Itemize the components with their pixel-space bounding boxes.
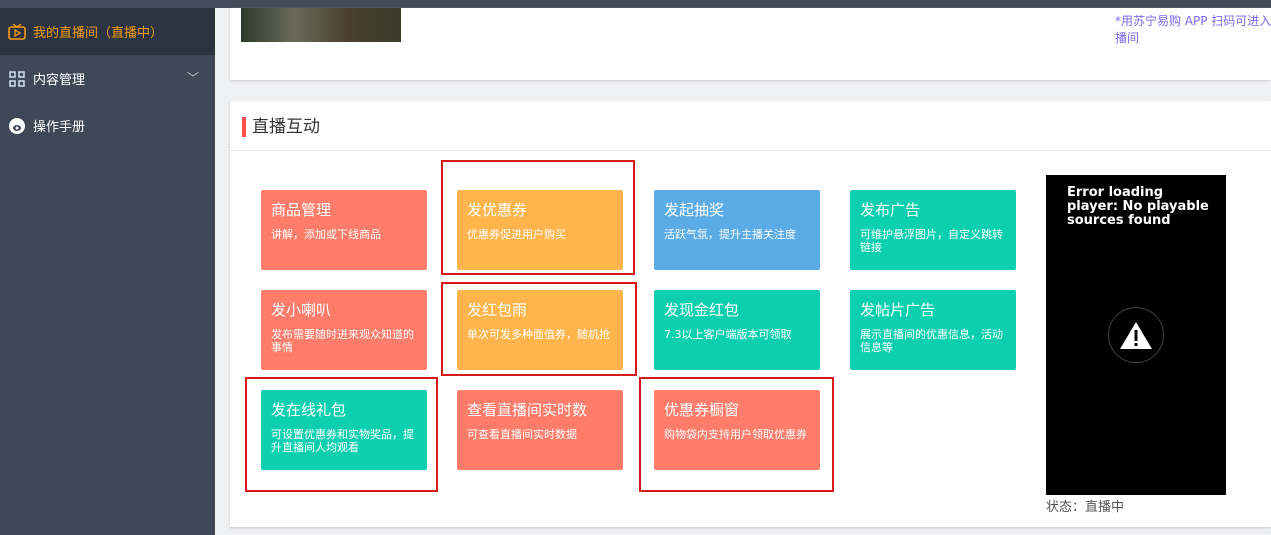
sidebar-item-my-live-room[interactable]: 我的直播间（直播中）	[0, 8, 215, 55]
tile-title: 发起抽奖	[664, 201, 725, 219]
cover-image	[241, 8, 401, 42]
tile-title: 发帖片广告	[860, 301, 936, 319]
tile-button[interactable]: 发小喇叭发布需要随时进来观众知道的事情	[261, 290, 427, 370]
tv-icon	[8, 23, 26, 41]
manual-icon	[8, 117, 26, 135]
tile-title: 发现金红包	[664, 301, 740, 319]
sidebar-item-label: 内容管理	[33, 73, 86, 88]
tile-desc: 可查看直播间实时数据	[467, 428, 577, 441]
tile-button[interactable]: 发布广告可维护悬浮图片，自定义跳转链接	[850, 190, 1016, 270]
sidebar: 我的直播间（直播中） 内容管理 ﹀ 操作手册	[0, 8, 215, 535]
video-player[interactable]: Error loading player: No playable source…	[1046, 175, 1226, 495]
chevron-down-icon[interactable]: ﹀	[187, 69, 199, 86]
tile-button[interactable]: 商品管理讲解，添加或下线商品	[261, 190, 427, 270]
sidebar-item-content-management[interactable]: 内容管理 ﹀	[0, 55, 215, 102]
sidebar-item-label: 我的直播间（直播中）	[33, 26, 164, 41]
tile-desc: 可维护悬浮图片，自定义跳转链接	[860, 228, 1003, 254]
tile-title: 查看直播间实时数	[467, 401, 588, 419]
tile-desc: 讲解，添加或下线商品	[271, 228, 381, 241]
tile-desc: 展示直播间的优惠信息，活动信息等	[860, 328, 1003, 354]
highlight-box	[441, 282, 637, 376]
grid-icon	[8, 70, 26, 88]
qr-hint: *用苏宁易购 APP 扫码可进入直播间	[1115, 14, 1271, 45]
highlight-box	[639, 377, 834, 492]
tile-desc: 活跃气氛，提升主播关注度	[664, 228, 796, 241]
warning-icon	[1108, 307, 1164, 363]
tile-button[interactable]: 发帖片广告展示直播间的优惠信息，活动信息等	[850, 290, 1016, 370]
divider	[230, 150, 1271, 151]
live-status: 状态：直播中	[1046, 500, 1125, 515]
tile-button[interactable]: 发现金红包 7.3以上客户端版本可领取	[654, 290, 820, 370]
live-room-card: *用苏宁易购 APP 扫码可进入直播间	[230, 8, 1271, 80]
sidebar-item-label: 操作手册	[33, 120, 86, 135]
highlight-box	[245, 377, 438, 492]
top-bar	[0, 0, 1271, 8]
tile-desc: 发布需要随时进来观众知道的事情	[271, 328, 414, 354]
tile-button[interactable]: 查看直播间实时数可查看直播间实时数据	[457, 390, 623, 470]
tile-desc: 7.3以上客户端版本可领取	[664, 328, 792, 341]
sidebar-item-manual[interactable]: 操作手册	[0, 102, 215, 149]
tile-button[interactable]: 发起抽奖活跃气氛，提升主播关注度	[654, 190, 820, 270]
section-title: 直播互动	[242, 117, 320, 137]
tile-title: 商品管理	[271, 201, 332, 219]
tile-title: 发布广告	[860, 201, 921, 219]
highlight-box	[441, 160, 635, 275]
player-error: Error loading player: No playable source…	[1067, 185, 1209, 228]
tile-title: 发小喇叭	[271, 301, 332, 319]
live-interaction-card: 直播互动 商品管理 讲解，添加或下线商品 发优惠券 优惠券促进用户购买 发起抽奖 活跃气氛…	[230, 101, 1271, 527]
